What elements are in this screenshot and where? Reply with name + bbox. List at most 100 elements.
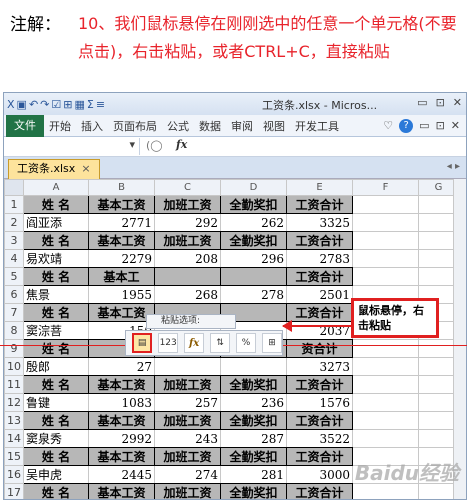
paste-formulas-button[interactable]: fx	[184, 333, 205, 353]
row-header[interactable]: 12	[4, 393, 24, 413]
cell[interactable]: 吴申虎	[23, 465, 89, 485]
cell[interactable]	[352, 411, 419, 431]
name-box[interactable]: ▾	[4, 138, 140, 155]
paste-formatting-button[interactable]: %	[236, 333, 257, 353]
column-header[interactable]: F	[352, 178, 419, 197]
cell[interactable]	[154, 357, 221, 377]
ribbon-tab[interactable]: 开发工具	[290, 118, 344, 134]
row-header[interactable]: 6	[4, 285, 24, 305]
cell[interactable]	[352, 195, 419, 215]
cell[interactable]: 基本工资	[88, 195, 155, 215]
cell[interactable]: 2445	[88, 465, 155, 485]
cell[interactable]: 工资合计	[286, 483, 353, 499]
cell[interactable]: 易欢靖	[23, 249, 89, 269]
cell[interactable]: 257	[154, 393, 221, 413]
qat-icon[interactable]: ↷	[40, 98, 49, 111]
cell[interactable]: 鲁键	[23, 393, 89, 413]
cell[interactable]: 全勤奖扣	[220, 447, 287, 467]
ribbon-tab[interactable]: 页面布局	[108, 118, 162, 134]
ribbon-control-icon[interactable]: ♡	[383, 119, 393, 132]
cell[interactable]	[352, 267, 419, 287]
ribbon-tab[interactable]: 公式	[162, 118, 194, 134]
cell[interactable]: 工资合计	[286, 231, 353, 251]
row-header[interactable]: 2	[4, 213, 24, 233]
row-header[interactable]: 9	[4, 339, 24, 359]
cell[interactable]: 208	[154, 249, 221, 269]
cell[interactable]: 268	[154, 285, 221, 305]
cell[interactable]: 全勤奖扣	[220, 483, 287, 499]
cell[interactable]: 262	[220, 213, 287, 233]
row-header[interactable]: 5	[4, 267, 24, 287]
row-header[interactable]: 10	[4, 357, 24, 377]
cell[interactable]: 3000	[286, 465, 353, 485]
cell[interactable]: 加班工资	[154, 483, 221, 499]
row-header[interactable]: 16	[4, 465, 24, 485]
row-header[interactable]: 17	[4, 483, 24, 499]
ribbon-control-icon[interactable]: ⊡	[436, 119, 445, 132]
cell[interactable]: 1955	[88, 285, 155, 305]
cell[interactable]: 2501	[286, 285, 353, 305]
cell[interactable]	[154, 267, 221, 287]
cell[interactable]: 姓 名	[23, 195, 89, 215]
cell[interactable]: 基本工资	[88, 447, 155, 467]
row-header[interactable]: 3	[4, 231, 24, 251]
cell[interactable]: 278	[220, 285, 287, 305]
cell[interactable]: 工资合计	[286, 267, 353, 287]
qat-icon[interactable]: ▦	[74, 98, 84, 111]
cell[interactable]: 加班工资	[154, 375, 221, 395]
ribbon-tab[interactable]: 审阅	[226, 118, 258, 134]
cell[interactable]	[352, 483, 419, 499]
cell[interactable]: 工资合计	[286, 195, 353, 215]
cell[interactable]: 加班工资	[154, 447, 221, 467]
cell[interactable]	[352, 357, 419, 377]
cell[interactable]: 工资合计	[286, 411, 353, 431]
cell[interactable]: 姓 名	[23, 303, 89, 323]
cell[interactable]: 姓 名	[23, 411, 89, 431]
paste-link-button[interactable]: ⊞	[262, 333, 283, 353]
vertical-scrollbar[interactable]	[453, 179, 466, 499]
cell[interactable]	[352, 231, 419, 251]
cell[interactable]: 姓 名	[23, 447, 89, 467]
cell[interactable]: 加班工资	[154, 411, 221, 431]
qat-icon[interactable]: ⊞	[63, 98, 72, 111]
row-header[interactable]: 8	[4, 321, 24, 341]
cell[interactable]: 加班工资	[154, 231, 221, 251]
cell[interactable]	[352, 339, 419, 359]
ribbon-control-icon[interactable]: ▭	[419, 119, 429, 132]
cell[interactable]: 基本工资	[88, 411, 155, 431]
cell[interactable]: 阎亚添	[23, 213, 89, 233]
cell[interactable]: 资合计	[286, 339, 353, 359]
cell[interactable]: 27	[88, 357, 155, 377]
close-icon[interactable]: ✕	[453, 96, 462, 109]
restore-icon[interactable]: ⊡	[436, 96, 445, 109]
ribbon-tab[interactable]: 数据	[194, 118, 226, 134]
cell[interactable]: 236	[220, 393, 287, 413]
column-header[interactable]: A	[23, 178, 89, 197]
column-header[interactable]: D	[220, 178, 287, 197]
cell[interactable]: 2279	[88, 249, 155, 269]
qat-icon[interactable]: ≡	[96, 98, 105, 111]
qat-icon[interactable]: Σ	[87, 98, 94, 111]
cell[interactable]: 1576	[286, 393, 353, 413]
insert-function-icon[interactable]: fx	[176, 138, 187, 151]
cell[interactable]: 基本工资	[88, 303, 155, 323]
cell[interactable]: 3522	[286, 429, 353, 449]
ribbon-control-icon[interactable]: ✕	[451, 119, 460, 132]
cell[interactable]: 姓 名	[23, 375, 89, 395]
cell[interactable]: 基本工资	[88, 375, 155, 395]
row-header[interactable]: 4	[4, 249, 24, 269]
cell[interactable]: 窦淙菩	[23, 321, 89, 341]
cell[interactable]: 殷郎	[23, 357, 89, 377]
cell[interactable]: 全勤奖扣	[220, 411, 287, 431]
row-header[interactable]: 15	[4, 447, 24, 467]
cell[interactable]: 全勤奖扣	[220, 195, 287, 215]
ribbon-tab[interactable]: 开始	[44, 118, 76, 134]
row-header[interactable]: 11	[4, 375, 24, 395]
cell[interactable]: 姓 名	[23, 339, 89, 359]
column-header[interactable]: E	[286, 178, 353, 197]
cell[interactable]: 基本工	[88, 267, 155, 287]
cell[interactable]: 加班工资	[154, 195, 221, 215]
cell[interactable]: 工资合计	[286, 375, 353, 395]
select-all-corner[interactable]	[4, 178, 24, 197]
cell[interactable]: 姓 名	[23, 483, 89, 499]
